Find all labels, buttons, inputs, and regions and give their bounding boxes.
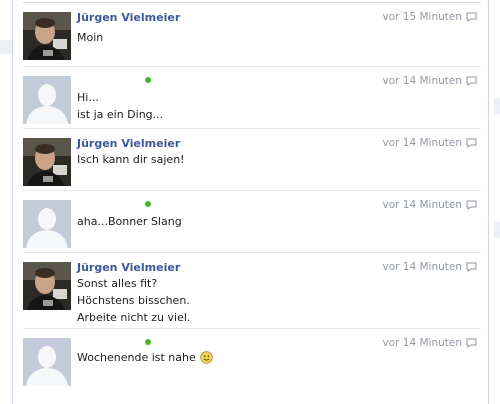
author-name[interactable]: Jürgen Vielmeier [77,11,180,24]
message-body: aha...Bonner Slang [77,213,182,230]
left-background [0,0,12,404]
reply-icon[interactable] [466,12,477,22]
reply-icon[interactable] [466,262,477,272]
message-item: Jürgen Vielmeier vor 14 Minuten Sonst al… [23,252,481,329]
message-text: Arbeite nicht zu viel. [77,311,191,324]
right-background [489,0,500,404]
message-text: Moin [77,31,104,44]
message-item: Jürgen Vielmeier vor 15 Minuten Moin [23,2,481,67]
author-name[interactable]: Jürgen Vielmeier [77,137,180,150]
timestamp-text: vor 14 Minuten [382,337,462,349]
message-item: Jürgen Vielmeier vor 14 Minuten Isch kan… [23,128,481,191]
timestamp: vor 15 Minuten [382,11,477,23]
smiley-icon [200,351,213,364]
timestamp: vor 14 Minuten [382,137,477,149]
avatar[interactable] [23,200,71,248]
message-text: Sonst alles fit? [77,277,158,290]
timestamp-text: vor 14 Minuten [382,75,462,87]
message-text: aha...Bonner Slang [77,215,182,228]
message-body: Isch kann dir sajen! [77,151,185,168]
timestamp-text: vor 14 Minuten [382,199,462,211]
message-body: Moin [77,29,103,46]
reply-icon[interactable] [466,138,477,148]
left-edge-mark [0,40,12,54]
online-status-icon [145,339,151,345]
right-edge-mark [494,98,500,114]
avatar[interactable] [23,76,71,124]
timestamp-text: vor 14 Minuten [382,261,462,273]
timestamp-text: vor 15 Minuten [382,11,462,23]
message-item: vor 14 Minuten Hi... ist ja ein Ding... [23,66,481,129]
right-edge-mark [494,222,500,238]
message-text: Isch kann dir sajen! [77,153,185,166]
avatar[interactable] [23,12,71,60]
message-item: vor 14 Minuten aha...Bonner Slang [23,190,481,253]
message-text: Hi... [77,91,99,104]
message-text: ist ja ein Ding... [77,108,164,121]
timestamp-text: vor 14 Minuten [382,137,462,149]
avatar[interactable] [23,138,71,186]
reply-icon[interactable] [466,76,477,86]
message-line: Wochenende ist nahe [77,349,213,366]
online-status-icon [145,77,151,83]
reply-icon[interactable] [466,200,477,210]
author-name[interactable]: Jürgen Vielmeier [77,261,180,274]
avatar[interactable] [23,338,71,386]
message-body: Hi... ist ja ein Ding... [77,89,163,123]
message-body: Sonst alles fit? Höchstens bisschen. Arb… [77,275,190,326]
message-item: vor 14 Minuten Wochenende ist nahe [23,328,481,399]
reply-icon[interactable] [466,338,477,348]
message-text: Wochenende ist nahe [77,351,196,364]
timestamp: vor 14 Minuten [382,337,477,349]
timestamp: vor 14 Minuten [382,199,477,211]
online-status-icon [145,201,151,207]
message-body: Wochenende ist nahe [77,349,213,366]
avatar[interactable] [23,262,71,310]
message-text: Höchstens bisschen. [77,294,190,307]
timestamp: vor 14 Minuten [382,75,477,87]
timestamp: vor 14 Minuten [382,261,477,273]
message-thread: Jürgen Vielmeier vor 15 Minuten Moin vor… [12,0,489,404]
